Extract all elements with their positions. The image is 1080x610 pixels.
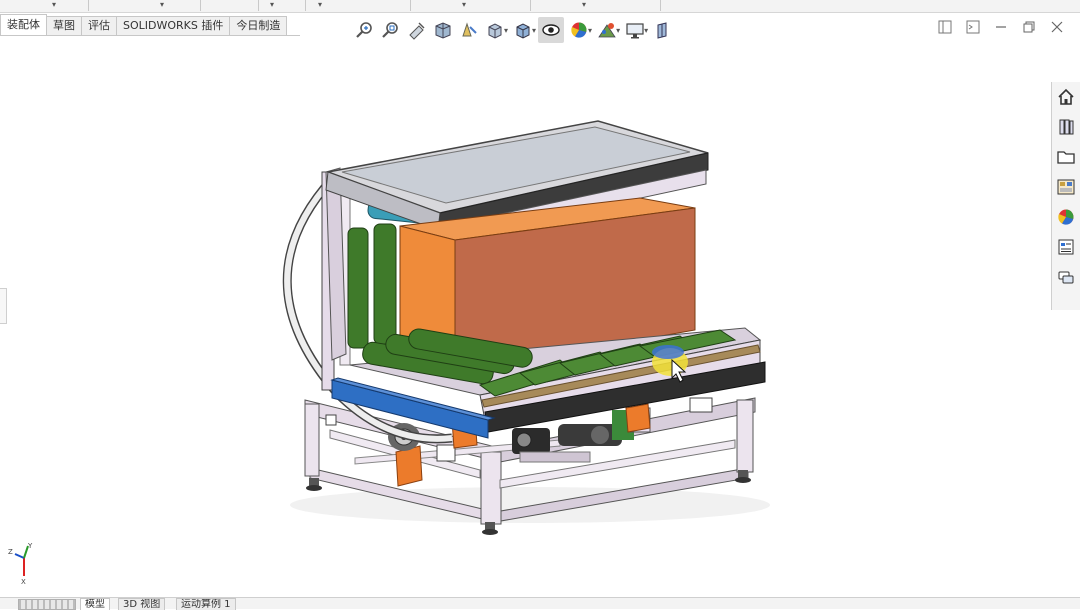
heads-up-view-toolbar: ▾ ▾ ▾ ▾ ▾ ▾ — [352, 16, 676, 44]
zoom-to-fit-icon[interactable] — [352, 17, 378, 43]
toolbar-divider — [530, 0, 531, 11]
tab-manufacturing[interactable]: 今日制造 — [229, 16, 288, 35]
orange-bracket — [395, 445, 423, 487]
edit-appearance-icon[interactable] — [566, 17, 592, 43]
tab-solidworks-addins[interactable]: SOLIDWORKS 插件 — [116, 16, 231, 35]
tab-3d-views[interactable]: 3D 视图 — [118, 598, 166, 610]
close-icon[interactable] — [1048, 18, 1066, 36]
tab-sketch[interactable]: 草图 — [46, 16, 82, 35]
dynamic-annotation-icon[interactable] — [456, 17, 482, 43]
graphics-viewport[interactable] — [0, 46, 1050, 596]
top-toolbar-strip: ▾ ▾ ▾ ▾ ▾ ▾ — [0, 0, 1080, 13]
design-library-icon[interactable] — [1052, 112, 1080, 142]
display-pane-icon[interactable] — [650, 17, 676, 43]
tab-evaluate[interactable]: 评估 — [81, 16, 117, 35]
toolbar-divider — [305, 0, 306, 11]
reference-triad: Y Z X — [4, 540, 44, 586]
command-manager-tabs: 装配体 草图 评估 SOLIDWORKS 插件 今日制造 — [0, 13, 288, 35]
model-shadow — [290, 487, 770, 523]
toolbar-divider — [88, 0, 89, 11]
view-palette-icon[interactable] — [1052, 172, 1080, 202]
orange-bracket — [625, 403, 651, 433]
task-pane — [1051, 82, 1080, 310]
bottom-tab-bar: 模型 3D 视图 运动算例 1 — [0, 597, 1080, 610]
dropdown-caret-icon[interactable]: ▾ — [160, 0, 164, 9]
hide-show-items-icon[interactable] — [538, 17, 565, 43]
toolbar-divider — [410, 0, 411, 11]
dropdown-caret-icon[interactable]: ▾ — [582, 0, 586, 9]
custom-properties-icon[interactable] — [1052, 232, 1080, 262]
toolbar-divider — [660, 0, 661, 11]
tab-scroll-buttons[interactable] — [18, 599, 76, 610]
window-controls — [936, 18, 1066, 36]
restore-icon[interactable] — [1020, 18, 1038, 36]
zoom-to-area-icon[interactable] — [378, 17, 404, 43]
forum-icon[interactable] — [1052, 262, 1080, 292]
view-settings-icon[interactable] — [622, 17, 648, 43]
tab-motion-study[interactable]: 运动算例 1 — [176, 598, 236, 610]
dropdown-caret-icon[interactable]: ▾ — [318, 0, 322, 9]
vertical-roller — [373, 223, 397, 345]
vertical-roller — [347, 227, 369, 349]
tab-model[interactable]: 模型 — [80, 598, 110, 610]
view-orientation-icon[interactable] — [482, 17, 508, 43]
home-icon[interactable] — [1052, 82, 1080, 112]
dropdown-caret-icon[interactable]: ▾ — [462, 0, 466, 9]
dropdown-caret-icon[interactable]: ▾ — [270, 0, 274, 9]
dropdown-caret-icon[interactable]: ▾ — [52, 0, 56, 9]
apply-scene-icon[interactable] — [594, 17, 620, 43]
tab-divider — [0, 35, 300, 36]
tile-left-icon[interactable] — [936, 18, 954, 36]
assembly-model — [282, 120, 770, 535]
appearances-scenes-icon[interactable] — [1052, 202, 1080, 232]
triad-y-label: Y — [27, 542, 33, 550]
file-explorer-icon[interactable] — [1052, 142, 1080, 172]
previous-view-icon[interactable] — [404, 17, 430, 43]
triad-x-label: X — [21, 578, 26, 584]
tile-right-icon[interactable] — [964, 18, 982, 36]
triad-z-label: Z — [8, 548, 13, 556]
tab-assembly[interactable]: 装配体 — [0, 14, 47, 35]
section-view-icon[interactable] — [430, 17, 456, 43]
minimize-icon[interactable] — [992, 18, 1010, 36]
side-frame — [321, 167, 351, 391]
display-style-icon[interactable] — [510, 17, 536, 43]
toolbar-divider — [258, 0, 259, 11]
toolbar-divider — [200, 0, 201, 11]
